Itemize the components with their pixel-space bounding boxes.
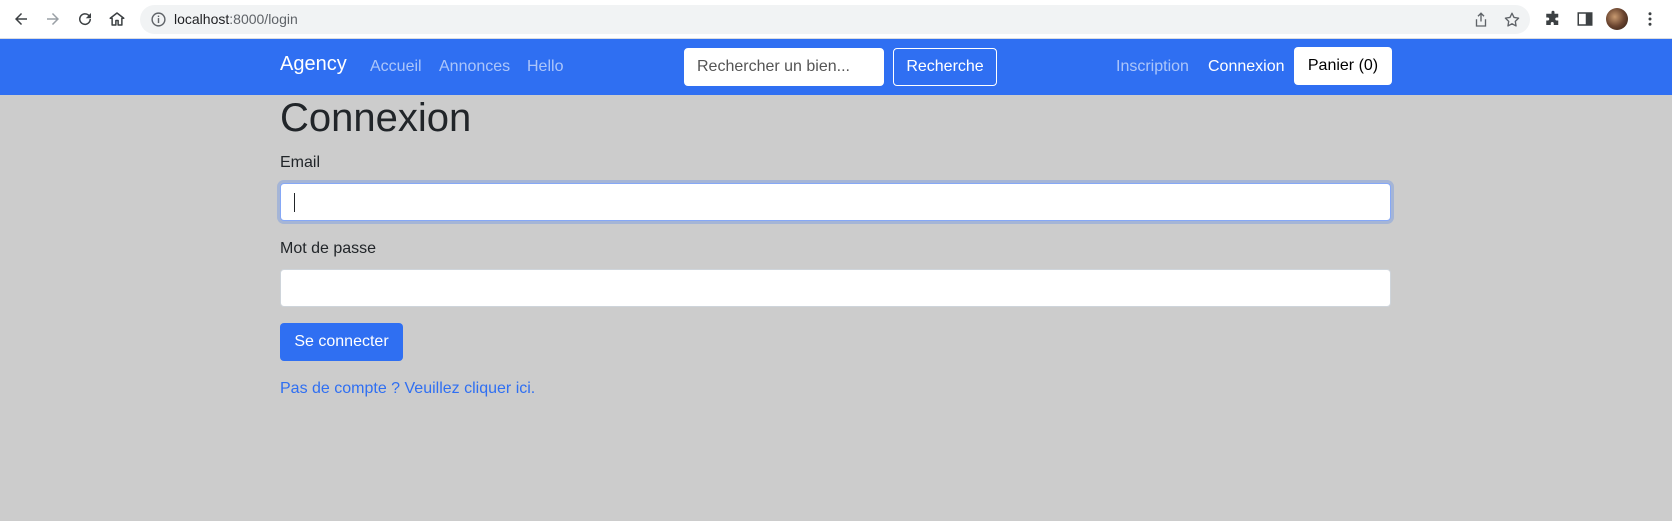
home-icon[interactable] [105,7,129,31]
bookmark-star-icon[interactable] [1503,11,1521,29]
nav-link-hello[interactable]: Hello [527,58,563,76]
url-text: localhost:8000/login [174,11,298,27]
site-info-icon[interactable] [150,11,167,28]
page-title: Connexion [280,96,472,140]
url-host: localhost [174,11,230,27]
password-label: Mot de passe [280,240,377,257]
site-navbar: Agency Accueil Annonces Hello Rechercher… [0,39,1672,95]
share-icon[interactable] [1472,11,1490,29]
brand-logo[interactable]: Agency [280,53,347,76]
nav-link-annonces[interactable]: Annonces [439,58,510,76]
reload-icon[interactable] [73,7,97,31]
text-caret [294,193,295,212]
nav-link-connexion[interactable]: Connexion [1208,58,1285,76]
more-menu-icon[interactable] [1640,9,1660,29]
url-path: :8000/login [229,11,298,27]
extensions-icon[interactable] [1543,9,1563,29]
browser-toolbar: localhost:8000/login [0,0,1672,39]
forward-icon[interactable] [41,7,65,31]
back-icon[interactable] [9,7,33,31]
profile-avatar[interactable] [1606,8,1628,30]
side-panel-icon[interactable] [1575,9,1595,29]
password-field[interactable] [280,269,1391,307]
address-bar[interactable]: localhost:8000/login [140,5,1530,34]
email-field[interactable] [280,183,1391,221]
nav-link-accueil[interactable]: Accueil [370,58,422,76]
signup-link[interactable]: Pas de compte ? Veuillez cliquer ici. [280,380,535,398]
search-input[interactable]: Rechercher un bien... [684,48,884,86]
search-button[interactable]: Recherche [893,48,997,86]
login-button[interactable]: Se connecter [280,323,403,361]
email-label: Email [280,154,321,171]
cart-button[interactable]: Panier (0) [1294,47,1392,85]
nav-link-inscription[interactable]: Inscription [1116,58,1189,76]
